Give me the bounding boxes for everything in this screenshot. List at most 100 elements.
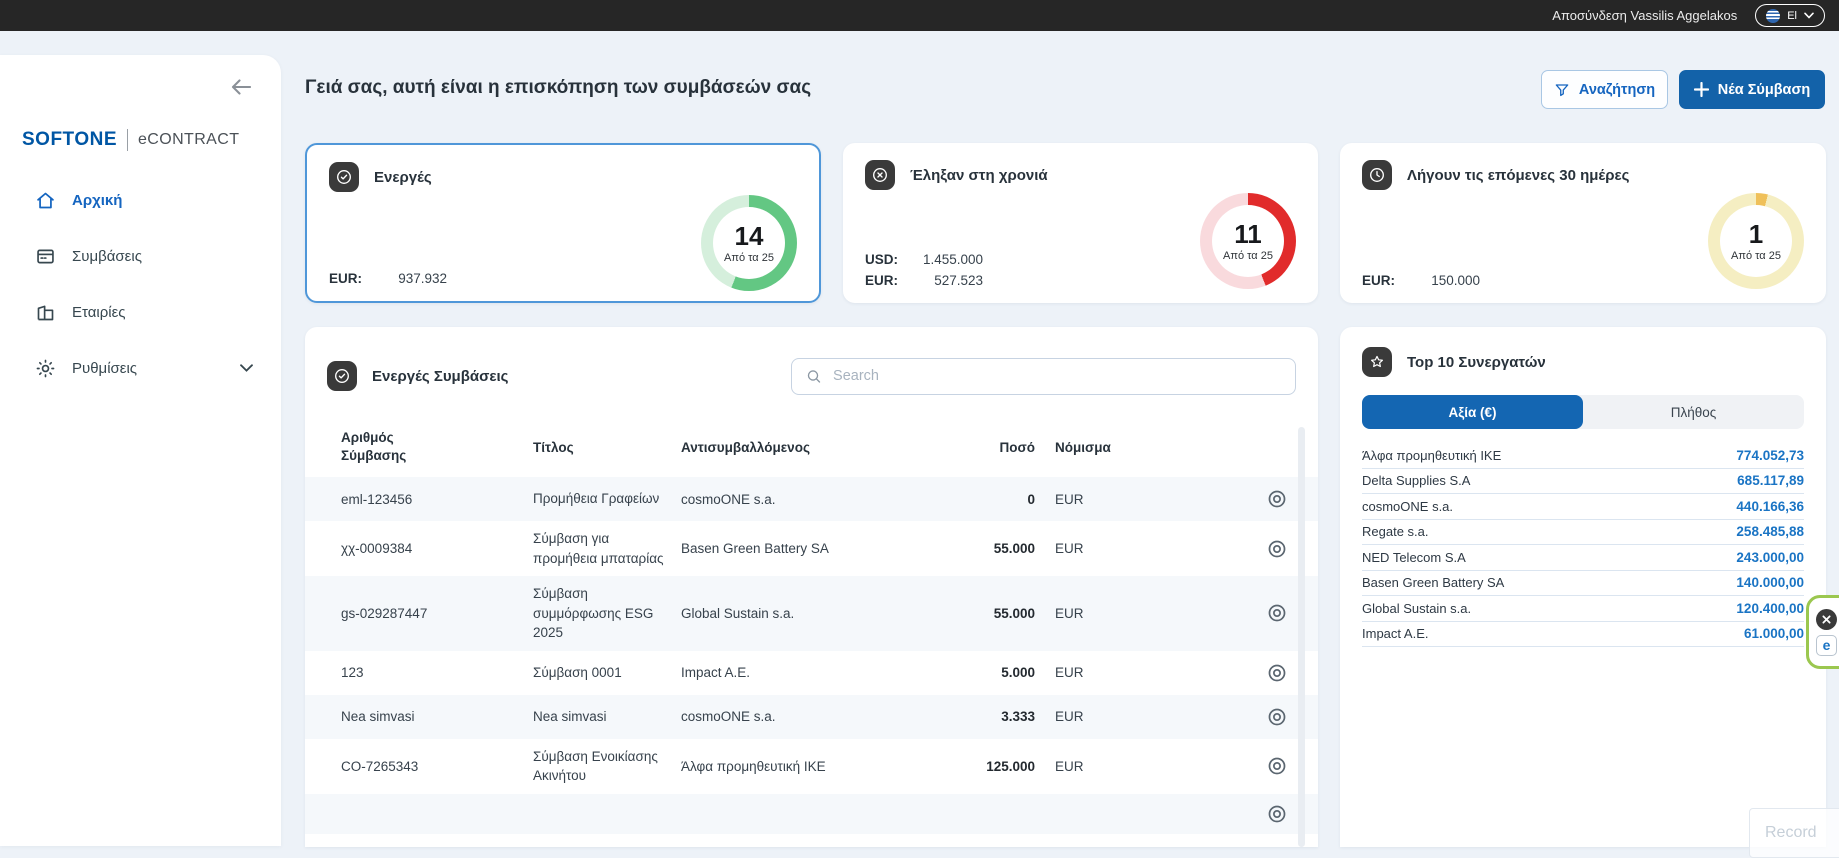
contract-icon: [37, 249, 54, 263]
donut-count: 14: [734, 220, 764, 251]
building-icon: [37, 305, 54, 320]
cell-amount: 0: [1027, 491, 1035, 507]
record-overlay: Record: [1749, 808, 1839, 858]
table-header-row: Αριθμός Σύμβασης Τίτλος Αντισυμβαλλόμενο…: [305, 417, 1318, 477]
cell-amount: 55.000: [993, 541, 1035, 557]
view-contract-button[interactable]: [1266, 538, 1288, 560]
expired-donut-chart: 11 Από τα 25: [1200, 193, 1296, 289]
search-filter-button[interactable]: Αναζήτηση: [1541, 70, 1668, 109]
view-contract-button[interactable]: [1266, 706, 1288, 728]
logout-link[interactable]: Αποσύνδεση Vassilis Aggelakos: [1552, 8, 1737, 23]
panel-title: Top 10 Συνεργατών: [1407, 353, 1546, 371]
stat-card-expiring-30-days[interactable]: Λήγουν τις επόμενες 30 ημέρες 1 Από τα 2…: [1340, 143, 1826, 303]
partner-value: 140.000,00: [1736, 575, 1804, 591]
sidebar-item-contracts[interactable]: Συμβάσεις: [0, 232, 281, 280]
close-icon: [1822, 614, 1831, 624]
cell-counterparty: Basen Green Battery SA: [681, 541, 829, 557]
table-row[interactable]: gs-029287447 Σύμβαση συμμόρφωσης ESG 202…: [305, 576, 1318, 651]
view-contract-button[interactable]: [1266, 662, 1288, 684]
cell-amount: 3.333: [1001, 709, 1035, 725]
widget-close-button[interactable]: [1816, 608, 1837, 630]
eye-icon: [1268, 605, 1286, 622]
table-row[interactable]: CO-7265343 Σύμβαση Ενοικίασης Ακινήτου Ά…: [305, 739, 1318, 794]
table-row[interactable]: eml-123456 Προμήθεια Γραφείων cosmoONE s…: [305, 477, 1318, 521]
cell-title: Σύμβαση για προμήθεια μπαταρίας: [533, 531, 664, 566]
greek-flag-icon: [1766, 8, 1781, 23]
top10-partners-panel: Top 10 Συνεργατών Αξία (€) Πλήθος Άλφα π…: [1340, 327, 1826, 847]
stat-card-expired[interactable]: Έληξαν στη χρονιά 11 Από τα 25 USD: 1.45…: [843, 143, 1318, 303]
cell-number: CO-7265343: [341, 758, 419, 774]
active-donut-chart: 14 Από τα 25: [701, 195, 797, 291]
table-scrollbar[interactable]: [1298, 427, 1305, 847]
table-row-partial[interactable]: [305, 793, 1318, 834]
view-contract-button[interactable]: [1266, 602, 1288, 624]
cell-number: gs-029287447: [341, 605, 428, 621]
partner-value: 685.117,89: [1737, 473, 1804, 489]
table-search-box[interactable]: [791, 357, 1296, 395]
search-icon: [807, 369, 821, 383]
chevron-down-icon: [1804, 12, 1814, 19]
amount-value: 1.455.000: [922, 252, 983, 267]
tab-value[interactable]: Αξία (€): [1362, 395, 1583, 429]
clock-icon: [1362, 160, 1392, 190]
cell-currency: EUR: [1055, 709, 1084, 725]
list-item: Impact A.E. 61.000,00: [1362, 622, 1804, 647]
cell-number: Nea simvasi: [341, 709, 415, 725]
sidebar-item-companies[interactable]: Εταιρίες: [0, 288, 281, 336]
sidebar-collapse-button[interactable]: [231, 79, 251, 95]
floating-widget[interactable]: e: [1806, 595, 1839, 669]
language-code: El: [1787, 9, 1797, 22]
eye-icon: [1268, 540, 1286, 557]
stat-card-active[interactable]: Ενεργές 14 Από τα 25 EUR: 937.932: [305, 143, 821, 303]
cell-currency: EUR: [1055, 665, 1084, 681]
cell-number: 123: [341, 665, 364, 681]
sidebar-item-label: Συμβάσεις: [72, 247, 142, 265]
list-item: Basen Green Battery SA 140.000,00: [1362, 571, 1804, 596]
table-title: Ενεργές Συμβάσεις: [372, 367, 509, 385]
eye-icon: [1268, 757, 1286, 775]
cell-title: Nea simvasi: [533, 709, 607, 725]
search-button-label: Αναζήτηση: [1578, 81, 1656, 98]
cell-number: χχ-0009384: [341, 541, 413, 557]
card-amounts: USD: 1.455.000 EUR: 527.523: [865, 249, 983, 291]
table-row[interactable]: 123 Σύμβαση 0001 Impact A.E. 5.000 EUR: [305, 651, 1318, 695]
view-contract-button[interactable]: [1266, 803, 1288, 825]
brand-name: SOFTONE: [22, 129, 117, 150]
check-circle-icon: [329, 162, 359, 192]
partner-name: cosmoONE s.a.: [1362, 498, 1454, 514]
list-item: Delta Supplies S.A 685.117,89: [1362, 469, 1804, 494]
active-contracts-panel: Ενεργές Συμβάσεις Αριθμός Σύμβασης Τίτλο…: [305, 327, 1318, 847]
column-header-number: Αριθμός Σύμβασης: [341, 429, 407, 463]
sidebar-item-settings[interactable]: Ρυθμίσεις: [0, 344, 281, 392]
record-label: Record: [1765, 824, 1817, 841]
star-icon: [1362, 347, 1392, 377]
chevron-down-icon[interactable]: [240, 364, 253, 372]
sidebar-item-home[interactable]: Αρχική: [0, 176, 281, 224]
search-input[interactable]: [833, 368, 1281, 384]
partner-name: Άλφα προμηθευτική ΙΚΕ: [1362, 447, 1502, 463]
sidebar-item-label: Ρυθμίσεις: [72, 359, 138, 377]
cell-counterparty: Global Sustain s.a.: [681, 605, 795, 621]
list-item: NED Telecom S.A 243.000,00: [1362, 545, 1804, 571]
amount-value: 150.000: [1431, 273, 1480, 288]
table-row[interactable]: χχ-0009384 Σύμβαση για προμήθεια μπαταρί…: [305, 521, 1318, 576]
partner-value: 258.485,88: [1736, 524, 1804, 540]
top10-tabs: Αξία (€) Πλήθος: [1362, 395, 1804, 429]
view-contract-button[interactable]: [1266, 488, 1288, 510]
x-circle-icon: [865, 160, 895, 190]
sidebar-item-label: Εταιρίες: [72, 303, 126, 321]
column-header-currency: Νόμισμα: [1055, 439, 1111, 455]
language-selector[interactable]: El: [1755, 4, 1825, 27]
donut-total-label: Από τα 25: [1731, 249, 1781, 262]
card-amounts: EUR: 150.000: [1362, 270, 1480, 291]
brand-logo: SOFTONE eCONTRACT: [22, 129, 239, 151]
partner-value: 61.000,00: [1743, 626, 1804, 642]
view-contract-button[interactable]: [1266, 755, 1288, 777]
cell-amount: 5.000: [1001, 665, 1035, 681]
cell-currency: EUR: [1055, 491, 1084, 507]
column-header-counterparty: Αντισυμβαλλόμενος: [681, 439, 810, 455]
new-contract-button[interactable]: Νέα Σύμβαση: [1679, 70, 1825, 109]
tab-count[interactable]: Πλήθος: [1583, 395, 1804, 429]
cell-title: Σύμβαση 0001: [533, 665, 622, 681]
table-row[interactable]: Nea simvasi Nea simvasi cosmoONE s.a. 3.…: [305, 694, 1318, 739]
